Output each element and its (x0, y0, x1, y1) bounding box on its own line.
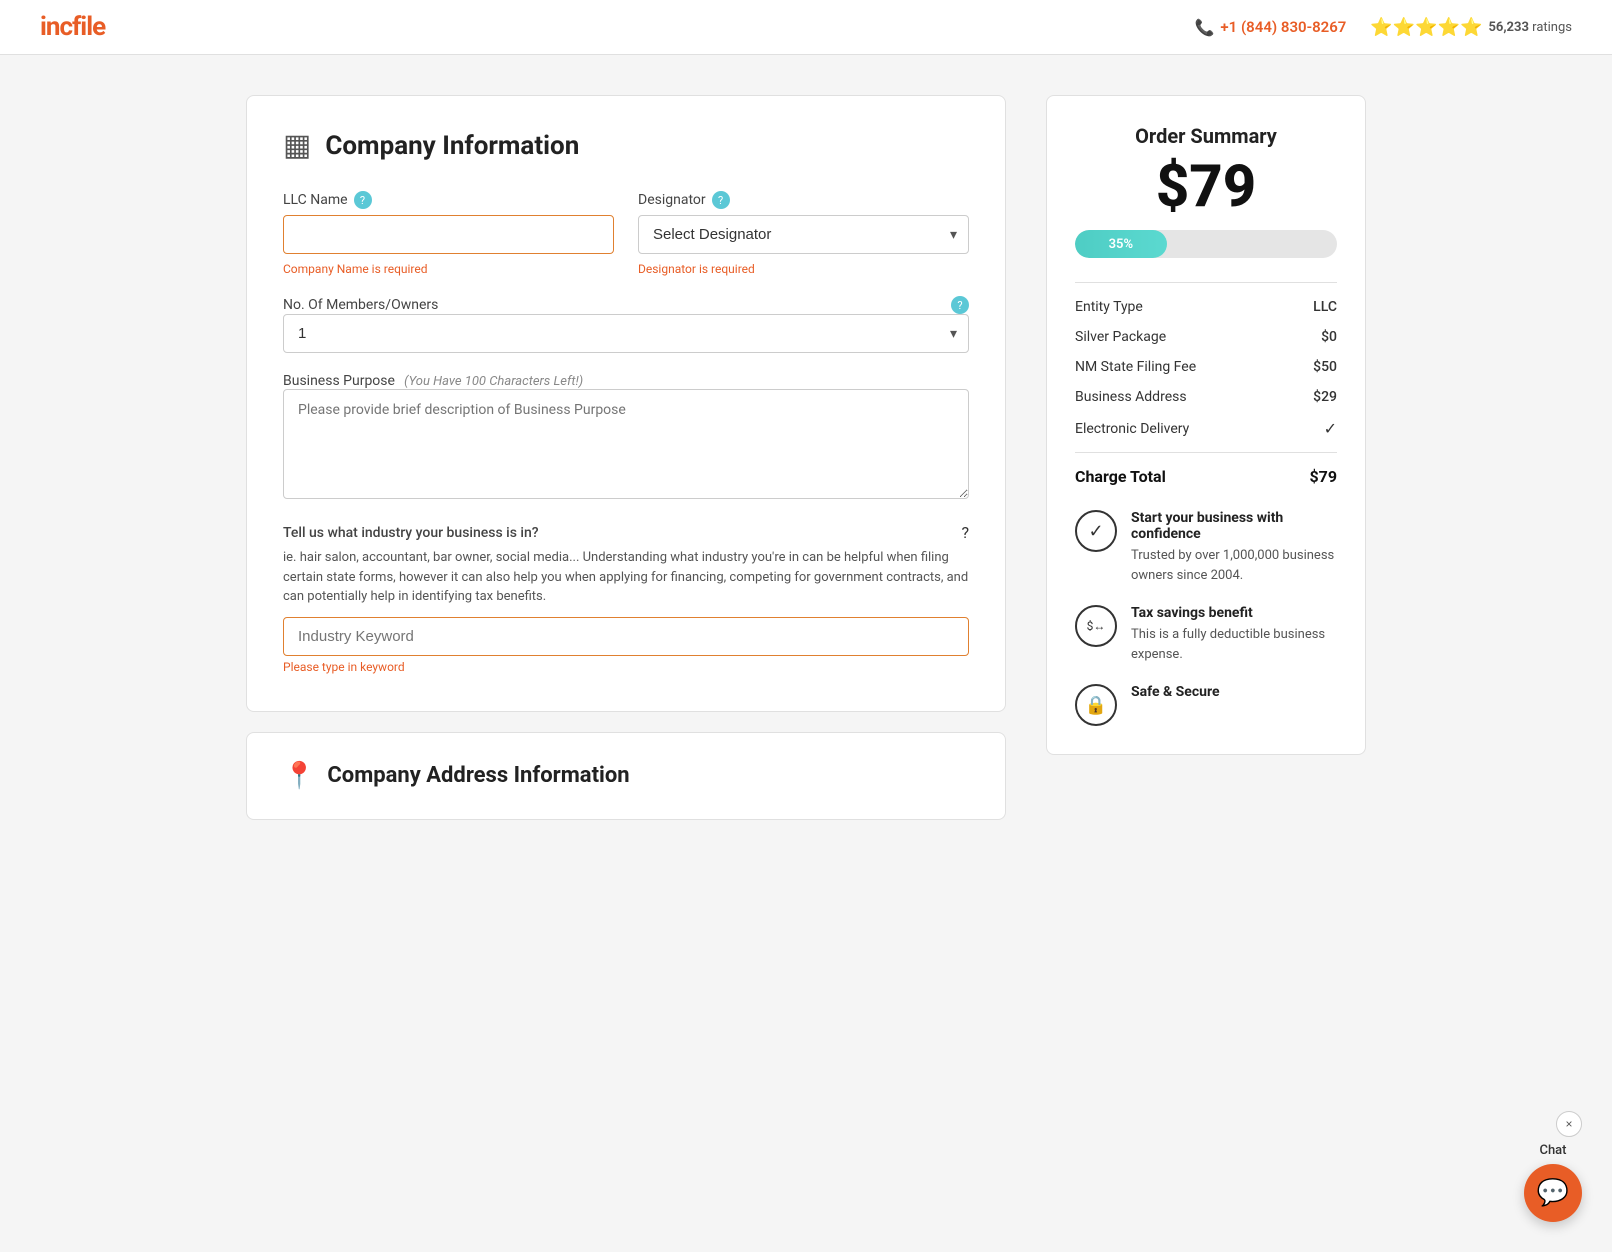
business-purpose-textarea[interactable] (283, 389, 969, 499)
tax-icon: $↔ (1075, 605, 1117, 647)
chat-close-button[interactable]: × (1556, 1111, 1582, 1137)
silver-package-label: Silver Package (1075, 329, 1166, 345)
entity-type-label: Entity Type (1075, 299, 1143, 315)
star-icon: ⭐⭐⭐⭐⭐ (1370, 17, 1482, 38)
entity-type-value: LLC (1313, 299, 1337, 315)
confidence-title: Start your business with confidence (1131, 510, 1337, 542)
confidence-desc: Trusted by over 1,000,000 business owner… (1131, 546, 1337, 585)
ratings-label: ratings (1532, 20, 1572, 35)
designator-label-row: Designator ? (638, 191, 969, 209)
trust-confidence: ✓ Start your business with confidence Tr… (1075, 510, 1337, 585)
trust-secure-text: Safe & Secure (1131, 684, 1220, 704)
designator-select[interactable]: Select Designator (638, 215, 969, 254)
members-select-wrapper: 1 ▾ (283, 314, 969, 353)
silver-package-line: Silver Package $0 (1075, 329, 1337, 345)
tax-title: Tax savings benefit (1131, 605, 1337, 621)
ratings-text: 56,233 ratings (1488, 20, 1572, 35)
phone-link[interactable]: 📞 +1 (844) 830-8267 (1195, 18, 1347, 37)
order-summary-title: Order Summary (1075, 124, 1337, 148)
industry-description: ie. hair salon, accountant, bar owner, s… (283, 548, 969, 607)
llc-name-group: LLC Name ? Company Name is required (283, 191, 614, 276)
electronic-delivery-value: ✓ (1324, 419, 1337, 438)
charge-total-label: Charge Total (1075, 467, 1166, 486)
progress-label: 35% (1109, 237, 1133, 252)
confidence-icon: ✓ (1075, 510, 1117, 552)
order-summary-card: Order Summary $79 35% Entity Type LLC Si… (1046, 95, 1366, 755)
industry-input[interactable] (283, 617, 969, 656)
business-purpose-label-row: Business Purpose (You Have 100 Character… (283, 373, 969, 389)
logo-text: incfile (40, 12, 105, 42)
header-right: 📞 +1 (844) 830-8267 ⭐⭐⭐⭐⭐ 56,233 ratings (1195, 17, 1573, 38)
electronic-delivery-line: Electronic Delivery ✓ (1075, 419, 1337, 438)
progress-bar: 35% (1075, 230, 1167, 258)
llc-name-error: Company Name is required (283, 262, 614, 276)
chat-button[interactable]: 💬 (1524, 1164, 1582, 1222)
business-address-label: Business Address (1075, 389, 1187, 405)
designator-label: Designator (638, 192, 706, 208)
phone-icon: 📞 (1195, 18, 1215, 37)
order-divider (1075, 282, 1337, 283)
members-group: No. Of Members/Owners ? 1 ▾ (283, 296, 969, 353)
right-panel: Order Summary $79 35% Entity Type LLC Si… (1046, 95, 1366, 755)
ratings-count: 56,233 (1488, 20, 1529, 35)
trust-tax-text: Tax savings benefit This is a fully dedu… (1131, 605, 1337, 664)
business-address-line: Business Address $29 (1075, 389, 1337, 405)
silver-package-value: $0 (1321, 329, 1337, 345)
card-title: Company Information (325, 131, 579, 161)
llc-name-help-icon[interactable]: ? (354, 191, 372, 209)
business-purpose-group: Business Purpose (You Have 100 Character… (283, 373, 969, 503)
address-header: 📍 Company Address Information (283, 761, 969, 791)
site-header: incfile 📞 +1 (844) 830-8267 ⭐⭐⭐⭐⭐ 56,233… (0, 0, 1612, 55)
members-label-row: No. Of Members/Owners ? (283, 296, 969, 314)
trust-section: ✓ Start your business with confidence Tr… (1075, 510, 1337, 726)
charge-total-value: $79 (1309, 467, 1337, 486)
secure-icon: 🔒 (1075, 684, 1117, 726)
llc-name-input[interactable] (283, 215, 614, 254)
designator-group: Designator ? Select Designator ▾ Designa… (638, 191, 969, 276)
address-icon: 📍 (283, 761, 315, 791)
industry-label-row: Tell us what industry your business is i… (283, 523, 969, 542)
trust-secure: 🔒 Safe & Secure (1075, 684, 1337, 726)
order-price: $79 (1075, 158, 1337, 216)
business-purpose-label: Business Purpose (283, 373, 395, 389)
company-info-card: ▦ Company Information LLC Name ? Company… (246, 95, 1006, 712)
industry-error: Please type in keyword (283, 660, 405, 674)
logo: incfile (40, 12, 105, 42)
progress-container: 35% (1075, 230, 1337, 258)
members-select[interactable]: 1 (283, 314, 969, 353)
state-filing-label: NM State Filing Fee (1075, 359, 1196, 375)
charge-total-row: Charge Total $79 (1075, 452, 1337, 486)
company-info-icon: ▦ (283, 128, 311, 163)
secure-title: Safe & Secure (1131, 684, 1220, 700)
designator-select-wrapper: Select Designator ▾ (638, 215, 969, 254)
chat-container: × Chat 💬 (1524, 1111, 1582, 1222)
entity-type-line: Entity Type LLC (1075, 299, 1337, 315)
state-filing-line: NM State Filing Fee $50 (1075, 359, 1337, 375)
trust-confidence-text: Start your business with confidence Trus… (1131, 510, 1337, 585)
company-address-card: 📍 Company Address Information (246, 732, 1006, 820)
business-address-value: $29 (1313, 389, 1337, 405)
members-help-icon[interactable]: ? (951, 296, 969, 314)
designator-error: Designator is required (638, 262, 969, 276)
state-filing-value: $50 (1313, 359, 1337, 375)
electronic-delivery-label: Electronic Delivery (1075, 421, 1189, 437)
left-panel: ▦ Company Information LLC Name ? Company… (246, 95, 1006, 820)
members-label: No. Of Members/Owners (283, 297, 438, 313)
card-header: ▦ Company Information (283, 128, 969, 163)
industry-label: Tell us what industry your business is i… (283, 525, 539, 541)
trust-tax: $↔ Tax savings benefit This is a fully d… (1075, 605, 1337, 664)
industry-help-icon[interactable]: ? (961, 523, 969, 542)
designator-help-icon[interactable]: ? (712, 191, 730, 209)
industry-section: Tell us what industry your business is i… (283, 523, 969, 675)
llc-designator-row: LLC Name ? Company Name is required Desi… (283, 191, 969, 276)
llc-name-label-row: LLC Name ? (283, 191, 614, 209)
phone-number: +1 (844) 830-8267 (1220, 18, 1346, 36)
char-left-note: (You Have 100 Characters Left!) (401, 374, 583, 389)
tax-desc: This is a fully deductible business expe… (1131, 625, 1337, 664)
address-title: Company Address Information (327, 763, 629, 788)
llc-name-label: LLC Name (283, 192, 348, 208)
chat-label: Chat (1539, 1143, 1566, 1158)
main-content: ▦ Company Information LLC Name ? Company… (206, 55, 1406, 860)
ratings: ⭐⭐⭐⭐⭐ 56,233 ratings (1370, 17, 1572, 38)
